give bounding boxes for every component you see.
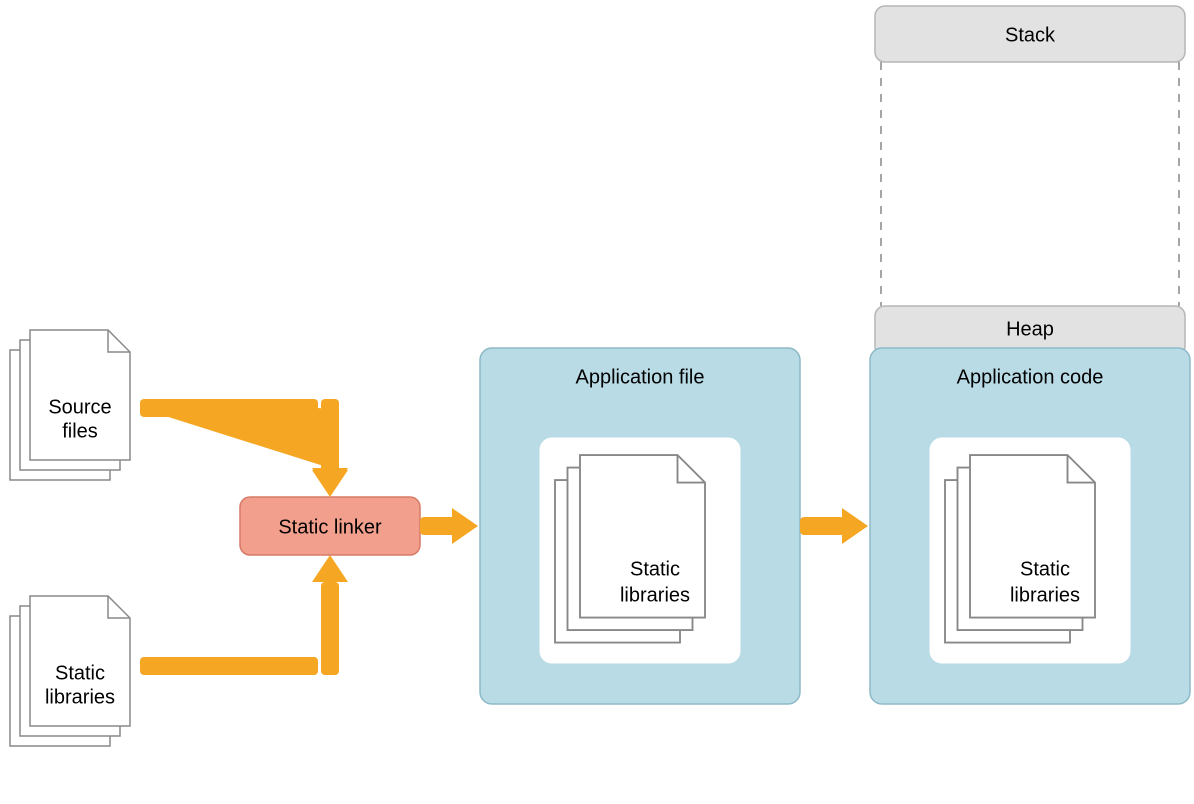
arrow-appfile-to-appcode-shaft (800, 517, 845, 535)
stack-label: Stack (1005, 24, 1056, 46)
arrow-source-to-linker-v (321, 399, 339, 471)
arrow-libs-to-linker-v (321, 582, 339, 675)
static-linker-label: Static linker (278, 516, 382, 538)
arrow-source-to-linker (140, 408, 348, 495)
app-file-static-libs-line2: libraries (620, 584, 690, 606)
arrow-libs-to-linker-h (140, 657, 318, 675)
static-libraries-input-line2: libraries (45, 686, 115, 708)
heap-label: Heap (1006, 318, 1054, 340)
stack-box: Stack (875, 6, 1185, 62)
arrow-libs-to-linker-head (312, 555, 348, 582)
source-files-line2: files (62, 420, 98, 442)
app-code-static-libs-line2: libraries (1010, 584, 1080, 606)
application-file-container: Application file Static libraries (480, 348, 800, 704)
app-code-static-libs-line1: Static (1020, 558, 1070, 580)
app-file-static-libs-docs (555, 455, 705, 643)
arrow-source-to-linker-h (140, 399, 318, 417)
app-file-static-libs-line1: Static (630, 558, 680, 580)
application-code-title: Application code (957, 366, 1104, 388)
arrow-appfile-to-appcode-head (842, 508, 868, 544)
arrow-linker-to-appfile-head (452, 508, 478, 544)
app-code-static-libs-docs (945, 455, 1095, 643)
static-linker-box: Static linker (240, 497, 420, 555)
source-files-line1: Source (48, 396, 111, 418)
static-linking-diagram: Stack Heap Application code Static libra… (0, 0, 1194, 804)
static-libraries-input-line1: Static (55, 662, 105, 684)
application-code-container: Application code Static libraries (870, 348, 1190, 704)
application-file-title: Application file (576, 366, 705, 388)
arrow-source-to-linker-head (312, 470, 348, 497)
